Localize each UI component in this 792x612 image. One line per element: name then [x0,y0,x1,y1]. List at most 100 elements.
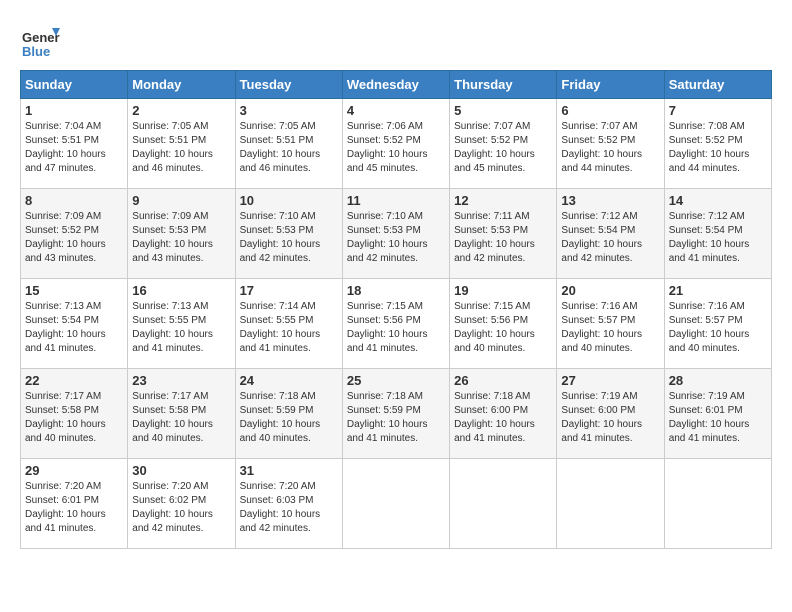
weekday-header-tuesday: Tuesday [235,71,342,99]
day-number: 2 [132,103,230,118]
day-info: Sunrise: 7:10 AM Sunset: 5:53 PM Dayligh… [240,210,338,266]
day-info: Sunrise: 7:18 AM Sunset: 5:59 PM Dayligh… [240,390,338,446]
day-info: Sunrise: 7:12 AM Sunset: 5:54 PM Dayligh… [561,210,659,266]
calendar-cell: 4 Sunrise: 7:06 AM Sunset: 5:52 PM Daylig… [342,99,449,189]
calendar-cell: 31 Sunrise: 7:20 AM Sunset: 6:03 PM Dayli… [235,459,342,549]
day-info: Sunrise: 7:17 AM Sunset: 5:58 PM Dayligh… [132,390,230,446]
calendar-cell: 25 Sunrise: 7:18 AM Sunset: 5:59 PM Dayli… [342,369,449,459]
day-info: Sunrise: 7:09 AM Sunset: 5:53 PM Dayligh… [132,210,230,266]
calendar-cell: 14 Sunrise: 7:12 AM Sunset: 5:54 PM Dayli… [664,189,771,279]
day-info: Sunrise: 7:19 AM Sunset: 6:01 PM Dayligh… [669,390,767,446]
day-info: Sunrise: 7:06 AM Sunset: 5:52 PM Dayligh… [347,120,445,176]
calendar-cell: 3 Sunrise: 7:05 AM Sunset: 5:51 PM Daylig… [235,99,342,189]
day-number: 12 [454,193,552,208]
day-info: Sunrise: 7:13 AM Sunset: 5:54 PM Dayligh… [25,300,123,356]
day-number: 19 [454,283,552,298]
day-number: 9 [132,193,230,208]
calendar-cell: 10 Sunrise: 7:10 AM Sunset: 5:53 PM Dayli… [235,189,342,279]
calendar-cell: 27 Sunrise: 7:19 AM Sunset: 6:00 PM Dayli… [557,369,664,459]
day-number: 24 [240,373,338,388]
day-number: 1 [25,103,123,118]
day-info: Sunrise: 7:16 AM Sunset: 5:57 PM Dayligh… [561,300,659,356]
calendar-cell: 15 Sunrise: 7:13 AM Sunset: 5:54 PM Dayli… [21,279,128,369]
day-info: Sunrise: 7:10 AM Sunset: 5:53 PM Dayligh… [347,210,445,266]
calendar-cell: 17 Sunrise: 7:14 AM Sunset: 5:55 PM Dayli… [235,279,342,369]
day-number: 10 [240,193,338,208]
day-number: 3 [240,103,338,118]
weekday-header-wednesday: Wednesday [342,71,449,99]
calendar-cell [664,459,771,549]
day-info: Sunrise: 7:20 AM Sunset: 6:01 PM Dayligh… [25,480,123,536]
day-number: 20 [561,283,659,298]
calendar-table: SundayMondayTuesdayWednesdayThursdayFrid… [20,70,772,549]
day-number: 18 [347,283,445,298]
calendar-cell: 22 Sunrise: 7:17 AM Sunset: 5:58 PM Dayli… [21,369,128,459]
day-number: 14 [669,193,767,208]
day-number: 17 [240,283,338,298]
day-info: Sunrise: 7:08 AM Sunset: 5:52 PM Dayligh… [669,120,767,176]
weekday-header-friday: Friday [557,71,664,99]
page-header: General Blue [20,20,772,60]
calendar-cell: 1 Sunrise: 7:04 AM Sunset: 5:51 PM Daylig… [21,99,128,189]
day-number: 16 [132,283,230,298]
day-info: Sunrise: 7:12 AM Sunset: 5:54 PM Dayligh… [669,210,767,266]
calendar-cell: 6 Sunrise: 7:07 AM Sunset: 5:52 PM Daylig… [557,99,664,189]
calendar-cell: 26 Sunrise: 7:18 AM Sunset: 6:00 PM Dayli… [450,369,557,459]
day-number: 22 [25,373,123,388]
calendar-cell: 12Sunrise: 7:11 AM Sunset: 5:53 PM Dayli… [450,189,557,279]
day-number: 4 [347,103,445,118]
day-number: 30 [132,463,230,478]
day-number: 27 [561,373,659,388]
calendar-cell: 18Sunrise: 7:15 AM Sunset: 5:56 PM Dayli… [342,279,449,369]
calendar-cell: 30 Sunrise: 7:20 AM Sunset: 6:02 PM Dayli… [128,459,235,549]
calendar-cell: 2 Sunrise: 7:05 AM Sunset: 5:51 PM Daylig… [128,99,235,189]
day-info: Sunrise: 7:17 AM Sunset: 5:58 PM Dayligh… [25,390,123,446]
day-info: Sunrise: 7:14 AM Sunset: 5:55 PM Dayligh… [240,300,338,356]
calendar-cell [557,459,664,549]
calendar-cell: 5 Sunrise: 7:07 AM Sunset: 5:52 PM Daylig… [450,99,557,189]
weekday-header-monday: Monday [128,71,235,99]
day-info: Sunrise: 7:20 AM Sunset: 6:03 PM Dayligh… [240,480,338,536]
calendar-cell: 11 Sunrise: 7:10 AM Sunset: 5:53 PM Dayli… [342,189,449,279]
calendar-cell: 23Sunrise: 7:17 AM Sunset: 5:58 PM Dayli… [128,369,235,459]
day-number: 7 [669,103,767,118]
day-number: 5 [454,103,552,118]
weekday-header-sunday: Sunday [21,71,128,99]
day-info: Sunrise: 7:07 AM Sunset: 5:52 PM Dayligh… [561,120,659,176]
day-info: Sunrise: 7:15 AM Sunset: 5:56 PM Dayligh… [454,300,552,356]
weekday-header-thursday: Thursday [450,71,557,99]
day-info: Sunrise: 7:20 AM Sunset: 6:02 PM Dayligh… [132,480,230,536]
day-info: Sunrise: 7:18 AM Sunset: 6:00 PM Dayligh… [454,390,552,446]
day-number: 26 [454,373,552,388]
day-number: 6 [561,103,659,118]
calendar-cell: 16Sunrise: 7:13 AM Sunset: 5:55 PM Dayli… [128,279,235,369]
calendar-cell: 9 Sunrise: 7:09 AM Sunset: 5:53 PM Daylig… [128,189,235,279]
day-info: Sunrise: 7:05 AM Sunset: 5:51 PM Dayligh… [132,120,230,176]
logo: General Blue [20,20,64,60]
calendar-cell: 7 Sunrise: 7:08 AM Sunset: 5:52 PM Daylig… [664,99,771,189]
calendar-cell: 28 Sunrise: 7:19 AM Sunset: 6:01 PM Dayli… [664,369,771,459]
day-info: Sunrise: 7:05 AM Sunset: 5:51 PM Dayligh… [240,120,338,176]
day-number: 13 [561,193,659,208]
calendar-cell: 8 Sunrise: 7:09 AM Sunset: 5:52 PM Daylig… [21,189,128,279]
day-number: 29 [25,463,123,478]
day-number: 8 [25,193,123,208]
day-number: 15 [25,283,123,298]
day-info: Sunrise: 7:09 AM Sunset: 5:52 PM Dayligh… [25,210,123,266]
day-info: Sunrise: 7:04 AM Sunset: 5:51 PM Dayligh… [25,120,123,176]
day-info: Sunrise: 7:19 AM Sunset: 6:00 PM Dayligh… [561,390,659,446]
calendar-cell: 24 Sunrise: 7:18 AM Sunset: 5:59 PM Dayli… [235,369,342,459]
calendar-cell: 21 Sunrise: 7:16 AM Sunset: 5:57 PM Dayli… [664,279,771,369]
day-info: Sunrise: 7:18 AM Sunset: 5:59 PM Dayligh… [347,390,445,446]
calendar-cell [342,459,449,549]
day-number: 31 [240,463,338,478]
day-number: 11 [347,193,445,208]
weekday-header-saturday: Saturday [664,71,771,99]
day-info: Sunrise: 7:16 AM Sunset: 5:57 PM Dayligh… [669,300,767,356]
calendar-cell [450,459,557,549]
day-number: 21 [669,283,767,298]
day-number: 28 [669,373,767,388]
svg-text:Blue: Blue [22,44,50,59]
day-number: 25 [347,373,445,388]
day-info: Sunrise: 7:07 AM Sunset: 5:52 PM Dayligh… [454,120,552,176]
